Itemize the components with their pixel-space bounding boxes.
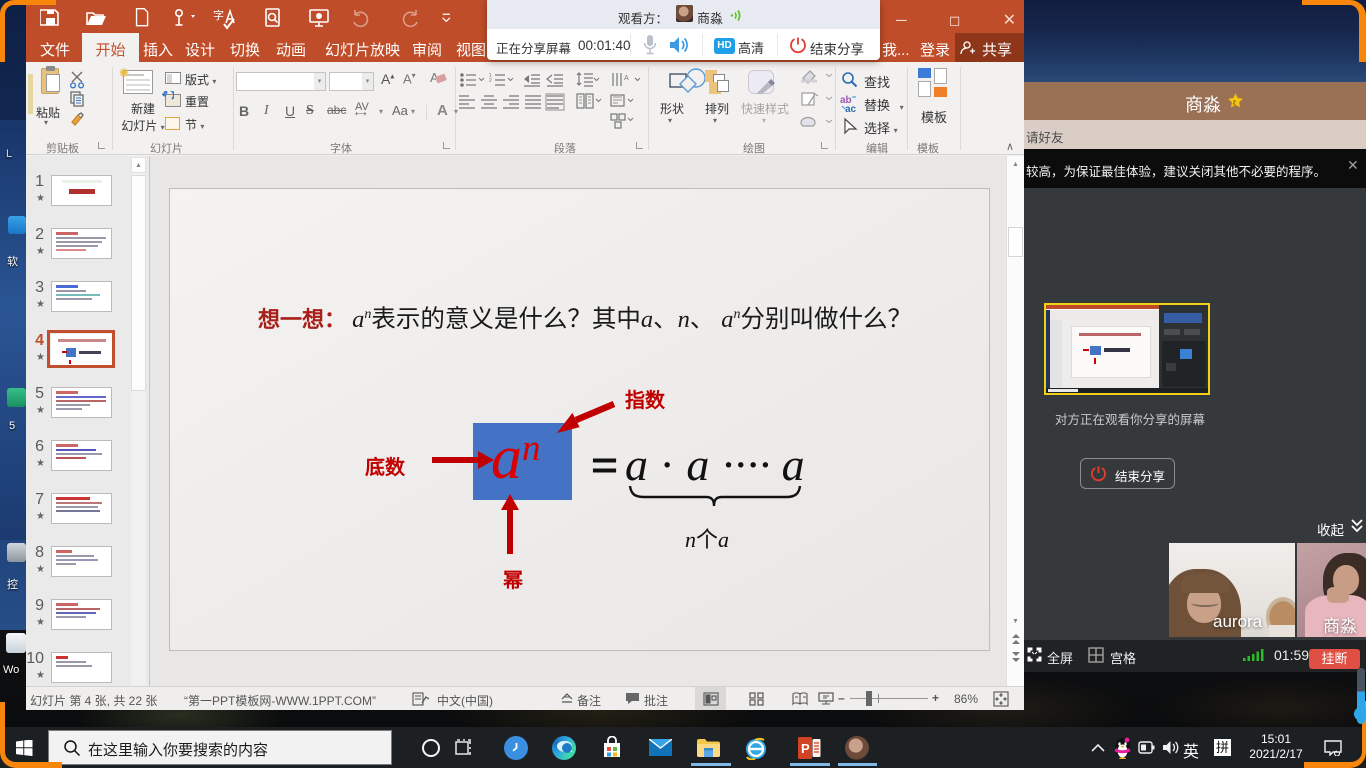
svg-text:P: P [801,741,810,756]
svg-text:字: 字 [213,8,224,22]
svg-text:A: A [624,75,629,82]
svg-text:ac: ac [845,104,857,115]
svg-text:2: 2 [489,78,492,84]
svg-text:z: z [1233,100,1237,107]
